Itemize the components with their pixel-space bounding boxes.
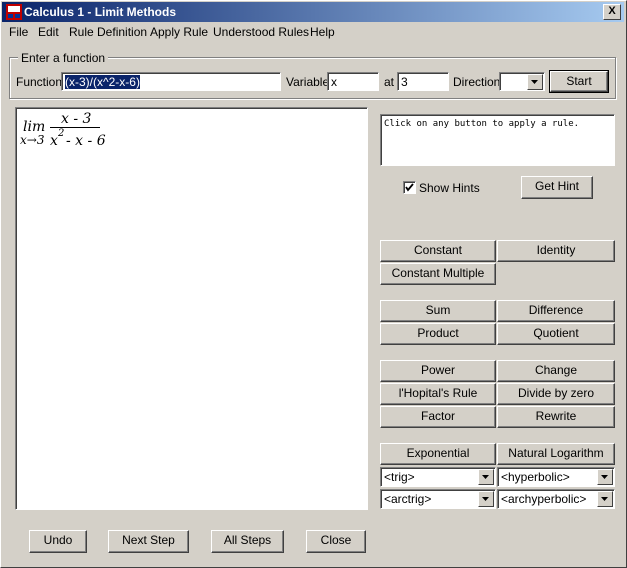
change-button[interactable]: Change [497,360,615,382]
direction-label: Direction [453,75,501,89]
chevron-down-icon[interactable] [527,74,543,90]
difference-button[interactable]: Difference [497,300,615,322]
show-hints-checkbox[interactable] [403,181,416,194]
checkmark-icon [405,183,414,192]
identity-button[interactable]: Identity [497,240,615,262]
archyperbolic-select[interactable]: <archyperbolic> [497,489,615,509]
chevron-down-icon[interactable] [597,469,613,485]
hyperbolic-select[interactable]: <hyperbolic> [497,467,615,487]
arctrig-select[interactable]: <arctrig> [380,489,496,509]
trig-select[interactable]: <trig> [380,467,496,487]
app-icon [6,4,22,20]
rewrite-button[interactable]: Rewrite [497,406,615,428]
chevron-down-icon[interactable] [478,469,494,485]
menu-help[interactable]: Help [310,25,335,39]
power-button[interactable]: Power [380,360,496,382]
archyperbolic-value: <archyperbolic> [501,492,587,506]
message-box: Click on any button to apply a rule. [380,114,615,166]
at-value-input[interactable]: 3 [397,72,449,91]
sum-button[interactable]: Sum [380,300,496,322]
menu-bar: File Edit Rule Definition Apply Rule Und… [2,23,624,41]
chevron-down-icon[interactable] [478,491,494,507]
expression-panel [15,107,368,510]
menu-understood-rules[interactable]: Understood Rules [213,25,309,39]
denominator-rest: - x - 6 [66,133,106,149]
exponential-button[interactable]: Exponential [380,443,496,465]
function-input-value: (x-3)/(x^2-x-6) [65,75,140,89]
show-hints-label: Show Hints [419,181,480,195]
get-hint-button[interactable]: Get Hint [521,176,593,199]
quotient-button[interactable]: Quotient [497,323,615,345]
function-label: Function [16,75,63,89]
direction-select[interactable] [499,72,545,91]
function-group-label: Enter a function [18,51,109,65]
menu-file[interactable]: File [9,25,28,39]
constant-button[interactable]: Constant [380,240,496,262]
arctrig-value: <arctrig> [384,492,432,506]
lim-subscript: x→3 [20,133,45,147]
hyperbolic-value: <hyperbolic> [501,470,570,484]
divide-by-zero-button[interactable]: Divide by zero [497,383,615,405]
close-button[interactable]: Close [306,530,366,553]
denominator-base: x [50,133,58,149]
chevron-down-icon[interactable] [597,491,613,507]
factor-button[interactable]: Factor [380,406,496,428]
variable-label: Variable [286,75,330,89]
function-input[interactable]: (x-3)/(x^2-x-6) [61,72,281,91]
denominator-exponent: 2 [58,128,65,139]
constant-multiple-button[interactable]: Constant Multiple [380,263,496,285]
numerator: x - 3 [61,111,92,127]
window-title: Calculus 1 - Limit Methods [24,5,177,19]
trig-value: <trig> [384,470,415,484]
lhopital-button[interactable]: l'Hopital's Rule [380,383,496,405]
start-button[interactable]: Start [549,70,609,93]
undo-button[interactable]: Undo [29,530,87,553]
title-bar[interactable]: Calculus 1 - Limit Methods X [2,2,624,22]
menu-edit[interactable]: Edit [38,25,59,39]
natural-logarithm-button[interactable]: Natural Logarithm [497,443,615,465]
product-button[interactable]: Product [380,323,496,345]
menu-apply-rule[interactable]: Apply Rule [150,25,208,39]
variable-input[interactable]: x [327,72,379,91]
next-step-button[interactable]: Next Step [108,530,189,553]
close-icon[interactable]: X [603,4,621,20]
all-steps-button[interactable]: All Steps [211,530,284,553]
at-label: at [384,75,395,89]
menu-rule-definition[interactable]: Rule Definition [69,25,147,39]
